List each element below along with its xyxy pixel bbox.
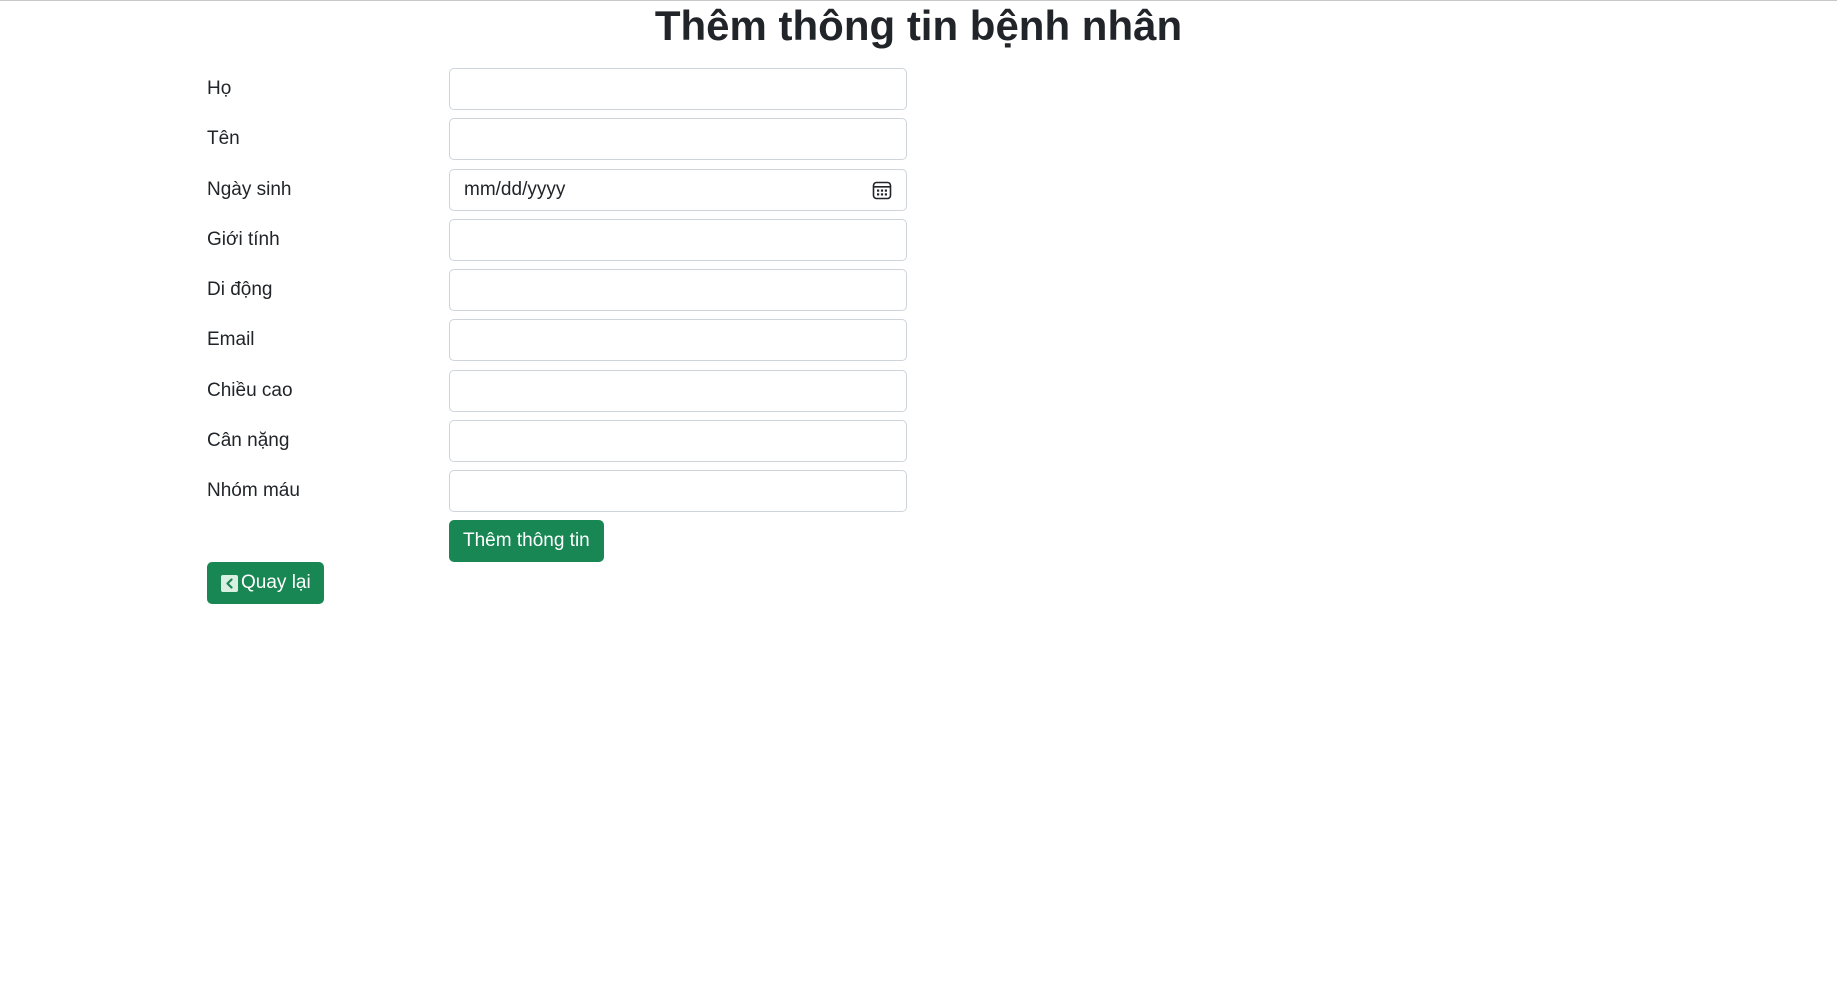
first-name-label: Tên	[207, 128, 240, 150]
last-name-input[interactable]	[449, 68, 907, 110]
form-row-last-name: Họ	[207, 68, 907, 110]
weight-input[interactable]	[449, 420, 907, 463]
form-row-email: Email	[207, 319, 907, 362]
page-title: Thêm thông tin bệnh nhân	[654, 2, 1183, 49]
back-button-label: Quay lại	[241, 572, 311, 593]
email-input[interactable]	[449, 319, 907, 362]
form-row-birth-date: Ngày sinh mm/dd/yyyy	[207, 168, 907, 211]
back-button[interactable]: Quay lại	[207, 562, 324, 604]
height-input[interactable]	[449, 369, 907, 412]
birth-date-label: Ngày sinh	[207, 178, 292, 200]
height-label: Chiều cao	[207, 379, 293, 401]
chevron-left-icon	[221, 574, 238, 592]
submit-row: Thêm thông tin	[449, 520, 907, 563]
form-row-blood-type: Nhóm máu	[207, 470, 907, 513]
form-row-gender: Giới tính	[207, 218, 907, 261]
form-row-weight: Cân nặng	[207, 420, 907, 463]
form-row-mobile: Di động	[207, 269, 907, 312]
gender-input[interactable]	[449, 218, 907, 261]
birth-date-placeholder: mm/dd/yyyy	[464, 178, 566, 200]
calendar-icon[interactable]	[872, 180, 892, 200]
add-info-button[interactable]: Thêm thông tin	[449, 520, 604, 563]
mobile-label: Di động	[207, 279, 273, 301]
patient-form: Họ Tên Ngày sinh mm/dd/yyyy Giới tính Di…	[207, 68, 907, 563]
email-label: Email	[207, 329, 255, 351]
birth-date-input[interactable]: mm/dd/yyyy	[449, 168, 907, 211]
blood-type-input[interactable]	[449, 470, 907, 513]
mobile-input[interactable]	[449, 269, 907, 312]
first-name-input[interactable]	[449, 118, 907, 161]
form-row-height: Chiều cao	[207, 369, 907, 412]
weight-label: Cân nặng	[207, 430, 290, 452]
last-name-label: Họ	[207, 78, 232, 99]
blood-type-label: Nhóm máu	[207, 480, 300, 502]
gender-label: Giới tính	[207, 228, 280, 250]
form-row-first-name: Tên	[207, 118, 907, 161]
